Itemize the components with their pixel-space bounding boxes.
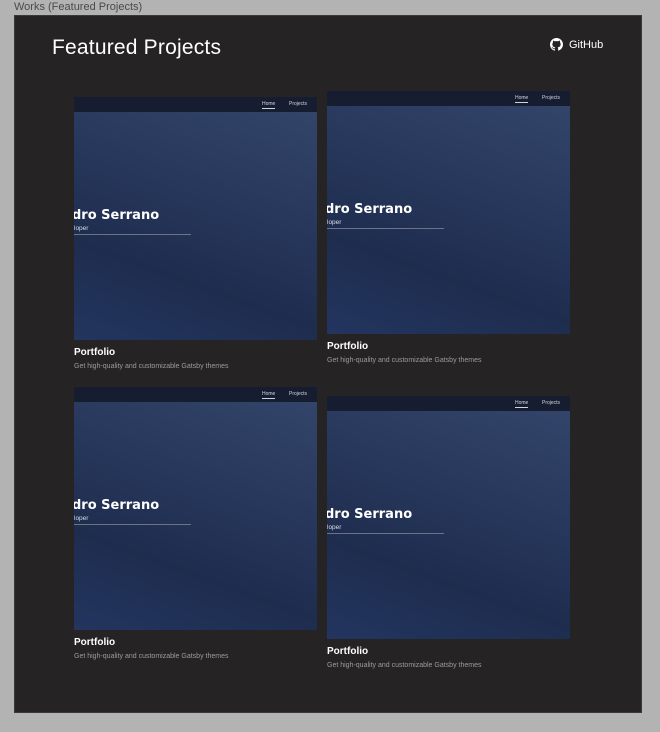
thumbnail-nav-home: Home bbox=[262, 391, 276, 399]
thumbnail-nav-projects: Projects bbox=[542, 95, 561, 101]
project-card[interactable]: Home Projects dro Serrano loper Portfoli… bbox=[327, 396, 570, 670]
thumbnail-nav-projects: Projects bbox=[542, 400, 561, 406]
project-thumbnail[interactable]: Home Projects dro Serrano loper bbox=[327, 91, 570, 334]
featured-projects-frame: Featured Projects GitHub Home Projects d… bbox=[14, 15, 642, 713]
project-description: Get high-quality and customizable Gatsby… bbox=[74, 653, 229, 660]
project-thumbnail[interactable]: Home Projects dro Serrano loper bbox=[74, 97, 317, 340]
thumbnail-hero-role: loper bbox=[74, 515, 89, 522]
github-icon bbox=[550, 38, 563, 51]
thumbnail-nav-home: Home bbox=[515, 400, 529, 408]
project-description: Get high-quality and customizable Gatsby… bbox=[74, 363, 229, 370]
thumbnail-nav-projects: Projects bbox=[289, 101, 308, 107]
thumbnail-divider bbox=[74, 234, 191, 235]
frame-label: Works (Featured Projects) bbox=[14, 1, 143, 13]
thumbnail-navbar: Home Projects bbox=[74, 97, 317, 112]
thumbnail-divider bbox=[327, 228, 444, 229]
project-card[interactable]: Home Projects dro Serrano loper Portfoli… bbox=[327, 91, 570, 365]
thumbnail-hero-name: dro Serrano bbox=[74, 498, 160, 513]
thumbnail-nav-home: Home bbox=[515, 95, 529, 103]
project-thumbnail[interactable]: Home Projects dro Serrano loper bbox=[327, 396, 570, 639]
project-title[interactable]: Portfolio bbox=[327, 341, 570, 353]
thumbnail-navbar: Home Projects bbox=[327, 396, 570, 411]
thumbnail-hero-role: loper bbox=[327, 524, 342, 531]
thumbnail-navbar: Home Projects bbox=[327, 91, 570, 106]
thumbnail-hero-name: dro Serrano bbox=[74, 208, 160, 223]
thumbnail-divider bbox=[327, 533, 444, 534]
project-description: Get high-quality and customizable Gatsby… bbox=[327, 357, 482, 364]
project-title[interactable]: Portfolio bbox=[74, 347, 317, 359]
thumbnail-divider bbox=[74, 524, 191, 525]
thumbnail-hero-name: dro Serrano bbox=[327, 507, 413, 522]
thumbnail-navbar: Home Projects bbox=[74, 387, 317, 402]
thumbnail-hero-name: dro Serrano bbox=[327, 202, 413, 217]
project-card[interactable]: Home Projects dro Serrano loper Portfoli… bbox=[74, 387, 317, 661]
thumbnail-hero-role: loper bbox=[327, 219, 342, 226]
project-description: Get high-quality and customizable Gatsby… bbox=[327, 662, 482, 669]
project-thumbnail[interactable]: Home Projects dro Serrano loper bbox=[74, 387, 317, 630]
thumbnail-nav-projects: Projects bbox=[289, 391, 308, 397]
project-title[interactable]: Portfolio bbox=[327, 646, 570, 658]
thumbnail-hero-role: loper bbox=[74, 225, 89, 232]
project-title[interactable]: Portfolio bbox=[74, 637, 317, 649]
github-label: GitHub bbox=[569, 38, 604, 51]
thumbnail-nav-home: Home bbox=[262, 101, 276, 109]
page-title: Featured Projects bbox=[52, 36, 222, 59]
project-card[interactable]: Home Projects dro Serrano loper Portfoli… bbox=[74, 97, 317, 371]
github-link[interactable]: GitHub bbox=[550, 38, 603, 51]
